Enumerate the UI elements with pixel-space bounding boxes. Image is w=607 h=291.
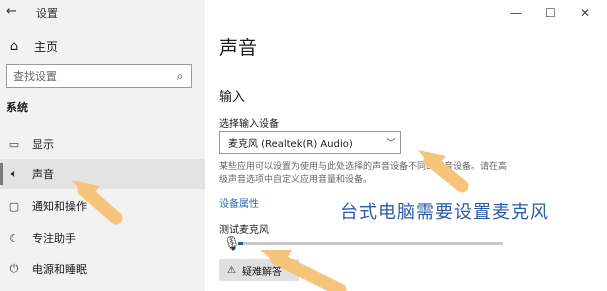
device-properties-link[interactable]: 设备属性 xyxy=(219,195,259,210)
sidebar-item-label: 显示 xyxy=(32,138,54,151)
maximize-button[interactable]: ☐ xyxy=(545,6,556,20)
sidebar-item-label: 专注助手 xyxy=(32,232,76,245)
warning-icon: ⚠ xyxy=(227,264,236,276)
main-pane: — ☐ ✕ 声音 输入 选择输入设备 麦克风 (Realtek(R) Audio… xyxy=(205,0,607,291)
mic-level-fill xyxy=(238,242,244,245)
section-label: 系统 xyxy=(6,101,28,114)
home-label: 主页 xyxy=(34,39,59,54)
home-icon: ⌂ xyxy=(9,38,19,54)
notification-icon: ▢ xyxy=(8,199,20,213)
description-line: 级声音选项中自定义应用音量和设备。 xyxy=(219,175,373,185)
search-icon[interactable]: ⌕ xyxy=(169,69,191,84)
annotation-caption: 台式电脑需要设置麦克风 xyxy=(340,202,549,223)
sidebar-home[interactable]: ⌂ 主页 xyxy=(6,36,58,56)
speaker-icon: 🔈︎ xyxy=(10,167,18,180)
chevron-down-icon: ﹀ xyxy=(386,139,396,149)
input-device-label: 选择输入设备 xyxy=(219,119,279,130)
close-button[interactable]: ✕ xyxy=(580,6,590,20)
display-icon: ▭ xyxy=(8,137,20,151)
sidebar-item-label: 电源和睡眠 xyxy=(32,263,87,276)
active-indicator xyxy=(0,163,3,185)
test-microphone-label: 测试麦克风 xyxy=(219,225,269,236)
minimize-button[interactable]: — xyxy=(510,6,522,20)
sidebar-item-sound[interactable]: 🔈︎ 声音 xyxy=(0,159,205,189)
selected-device: 麦克风 (Realtek(R) Audio) xyxy=(228,139,353,150)
sidebar-item-label: 声音 xyxy=(32,168,54,181)
device-description: 某些应用可以设置为使用与此处选择的声音设备不同的声音设备。请在高 级声音选项中自… xyxy=(219,161,508,187)
troubleshoot-label: 疑难解答 xyxy=(241,266,282,278)
search-input[interactable] xyxy=(7,69,169,83)
sidebar-item-focus-assist[interactable]: ☾ 专注助手 xyxy=(0,223,205,253)
back-arrow-icon[interactable]: ← xyxy=(6,4,24,20)
sidebar-item-notifications[interactable]: ▢ 通知和操作 xyxy=(0,191,205,221)
input-section-title: 输入 xyxy=(219,90,246,105)
power-icon: ⏻ xyxy=(9,262,19,275)
window-title: 设置 xyxy=(36,7,58,20)
focus-assist-icon: ☾ xyxy=(9,231,19,245)
page-title: 声音 xyxy=(219,37,258,59)
description-line: 某些应用可以设置为使用与此处选择的声音设备不同的声音设备。请在高 xyxy=(219,162,508,172)
mic-level-meter xyxy=(238,242,503,245)
sidebar-item-display[interactable]: ▭ 显示 xyxy=(0,129,205,159)
sidebar-item-label: 通知和操作 xyxy=(32,200,87,213)
sidebar-item-power[interactable]: ⏻ 电源和睡眠 xyxy=(0,254,205,284)
sidebar: ← 设置 ⌂ 主页 ⌕ 系统 ▭ 显示 🔈︎ 声音 ▢ 通知和操作 ☾ 专注助手… xyxy=(0,0,205,291)
search-box[interactable]: ⌕ xyxy=(6,64,192,88)
troubleshoot-button[interactable]: ⚠ 疑难解答 xyxy=(219,259,299,281)
input-device-dropdown[interactable]: 麦克风 (Realtek(R) Audio) ﹀ xyxy=(219,131,401,154)
